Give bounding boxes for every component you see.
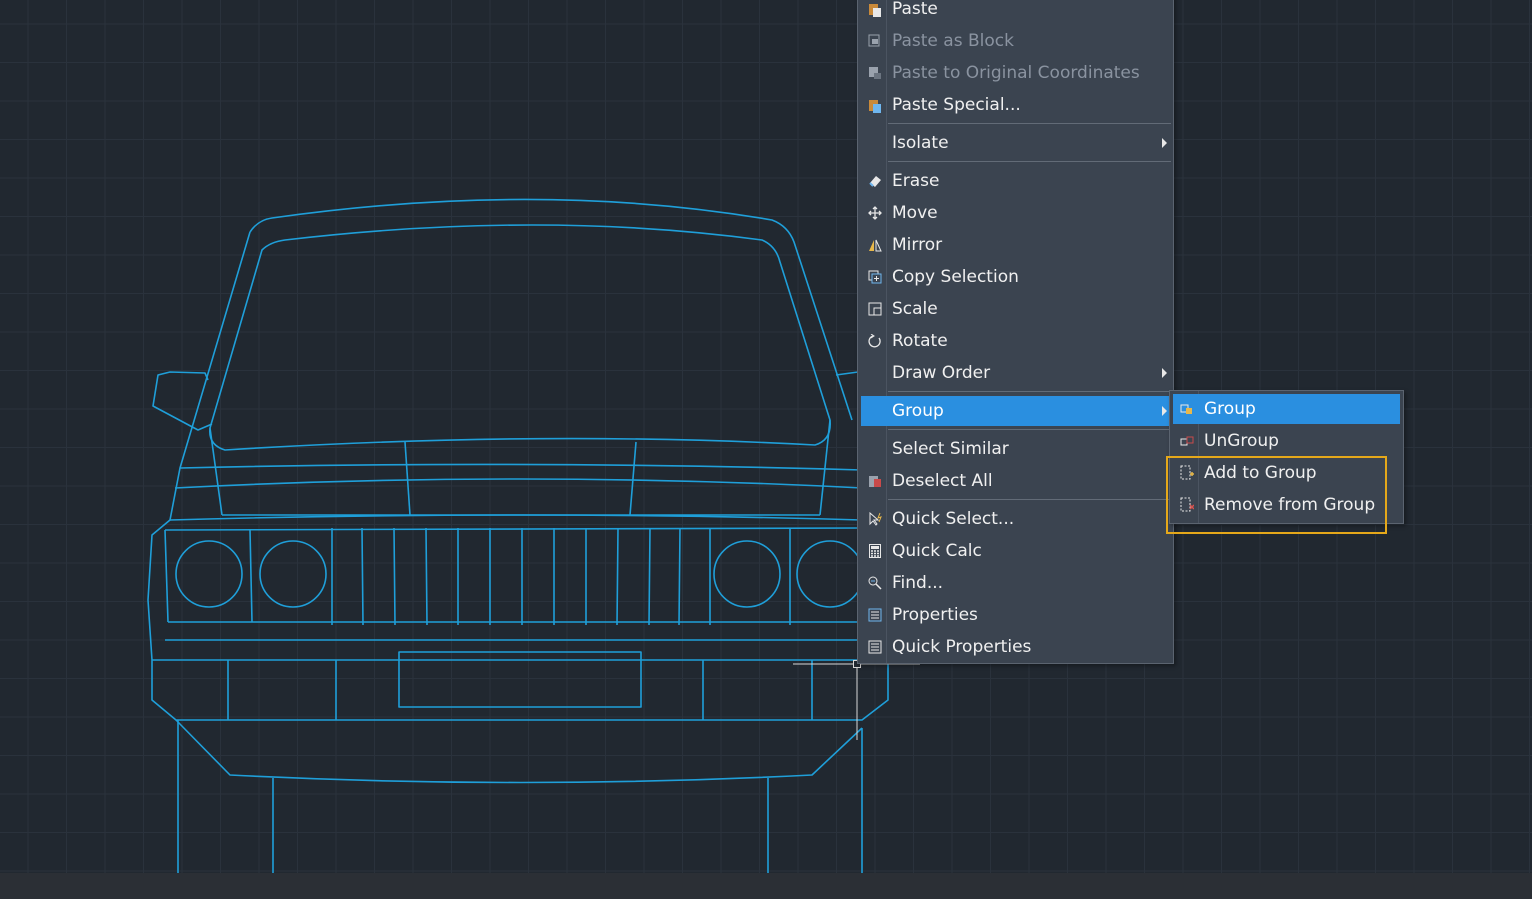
paste-as-block-icon [867,33,883,49]
submenu-item-group[interactable]: Group [1173,394,1400,424]
menu-item-select-similar[interactable]: Select Similar [861,434,1170,464]
menu-separator [888,161,1171,162]
menu-item-erase[interactable]: Erase [861,166,1170,196]
move-icon [867,205,883,221]
menu-item-paste[interactable]: Paste [861,0,1170,24]
paste-to-original-coordinates-icon [867,65,883,81]
menu-item-deselect-all[interactable]: Deselect All [861,466,1170,496]
menu-item-paste-as-block[interactable]: Paste as Block [861,26,1170,56]
eraser-icon [867,173,883,189]
group-submenu: Group UnGroup Add to Group Remove from G… [1169,390,1404,524]
menu-item-draw-order[interactable]: Draw Order [861,358,1170,388]
menu-separator [888,123,1171,124]
paste-icon [867,1,883,17]
menu-item-copy-selection[interactable]: Copy Selection [861,262,1170,292]
rotate-icon [867,333,883,349]
menu-item-find[interactable]: Find... [861,568,1170,598]
mirror-icon [867,237,883,253]
properties-icon [867,607,883,623]
menu-item-paste-special[interactable]: Paste Special... [861,90,1170,120]
menu-separator [888,391,1171,392]
menu-item-mirror[interactable]: Mirror [861,230,1170,260]
menu-item-quick-properties[interactable]: Quick Properties [861,632,1170,662]
menu-item-rotate[interactable]: Rotate [861,326,1170,356]
submenu-item-add-to-group[interactable]: Add to Group [1173,458,1400,488]
remove-from-group-icon [1179,497,1195,513]
submenu-item-ungroup[interactable]: UnGroup [1173,426,1400,456]
submenu-arrow-icon [1162,368,1167,378]
copy-icon [867,269,883,285]
group-icon [1179,401,1195,417]
menu-separator [888,429,1171,430]
scale-icon [867,301,883,317]
add-to-group-icon [1179,465,1195,481]
find-icon [867,575,883,591]
ungroup-icon [1179,433,1195,449]
menu-separator [888,499,1171,500]
menu-item-quick-select[interactable]: Quick Select... [861,504,1170,534]
menu-item-paste-to-original-coordinates[interactable]: Paste to Original Coordinates [861,58,1170,88]
quick-properties-icon [867,639,883,655]
context-menu: Paste Paste as Block Paste to Original C… [857,0,1174,664]
menu-item-scale[interactable]: Scale [861,294,1170,324]
calculator-icon [867,543,883,559]
menu-item-group[interactable]: Group [861,396,1170,426]
submenu-item-remove-from-group[interactable]: Remove from Group [1173,490,1400,520]
paste-special-icon [867,97,883,113]
submenu-arrow-icon [1162,406,1167,416]
menu-item-isolate[interactable]: Isolate [861,128,1170,158]
quick-select-icon [867,511,883,527]
menu-item-move[interactable]: Move [861,198,1170,228]
deselect-icon [867,473,883,489]
status-bar [0,873,1532,899]
menu-item-properties[interactable]: Properties [861,600,1170,630]
menu-item-quick-calc[interactable]: Quick Calc [861,536,1170,566]
submenu-arrow-icon [1162,138,1167,148]
